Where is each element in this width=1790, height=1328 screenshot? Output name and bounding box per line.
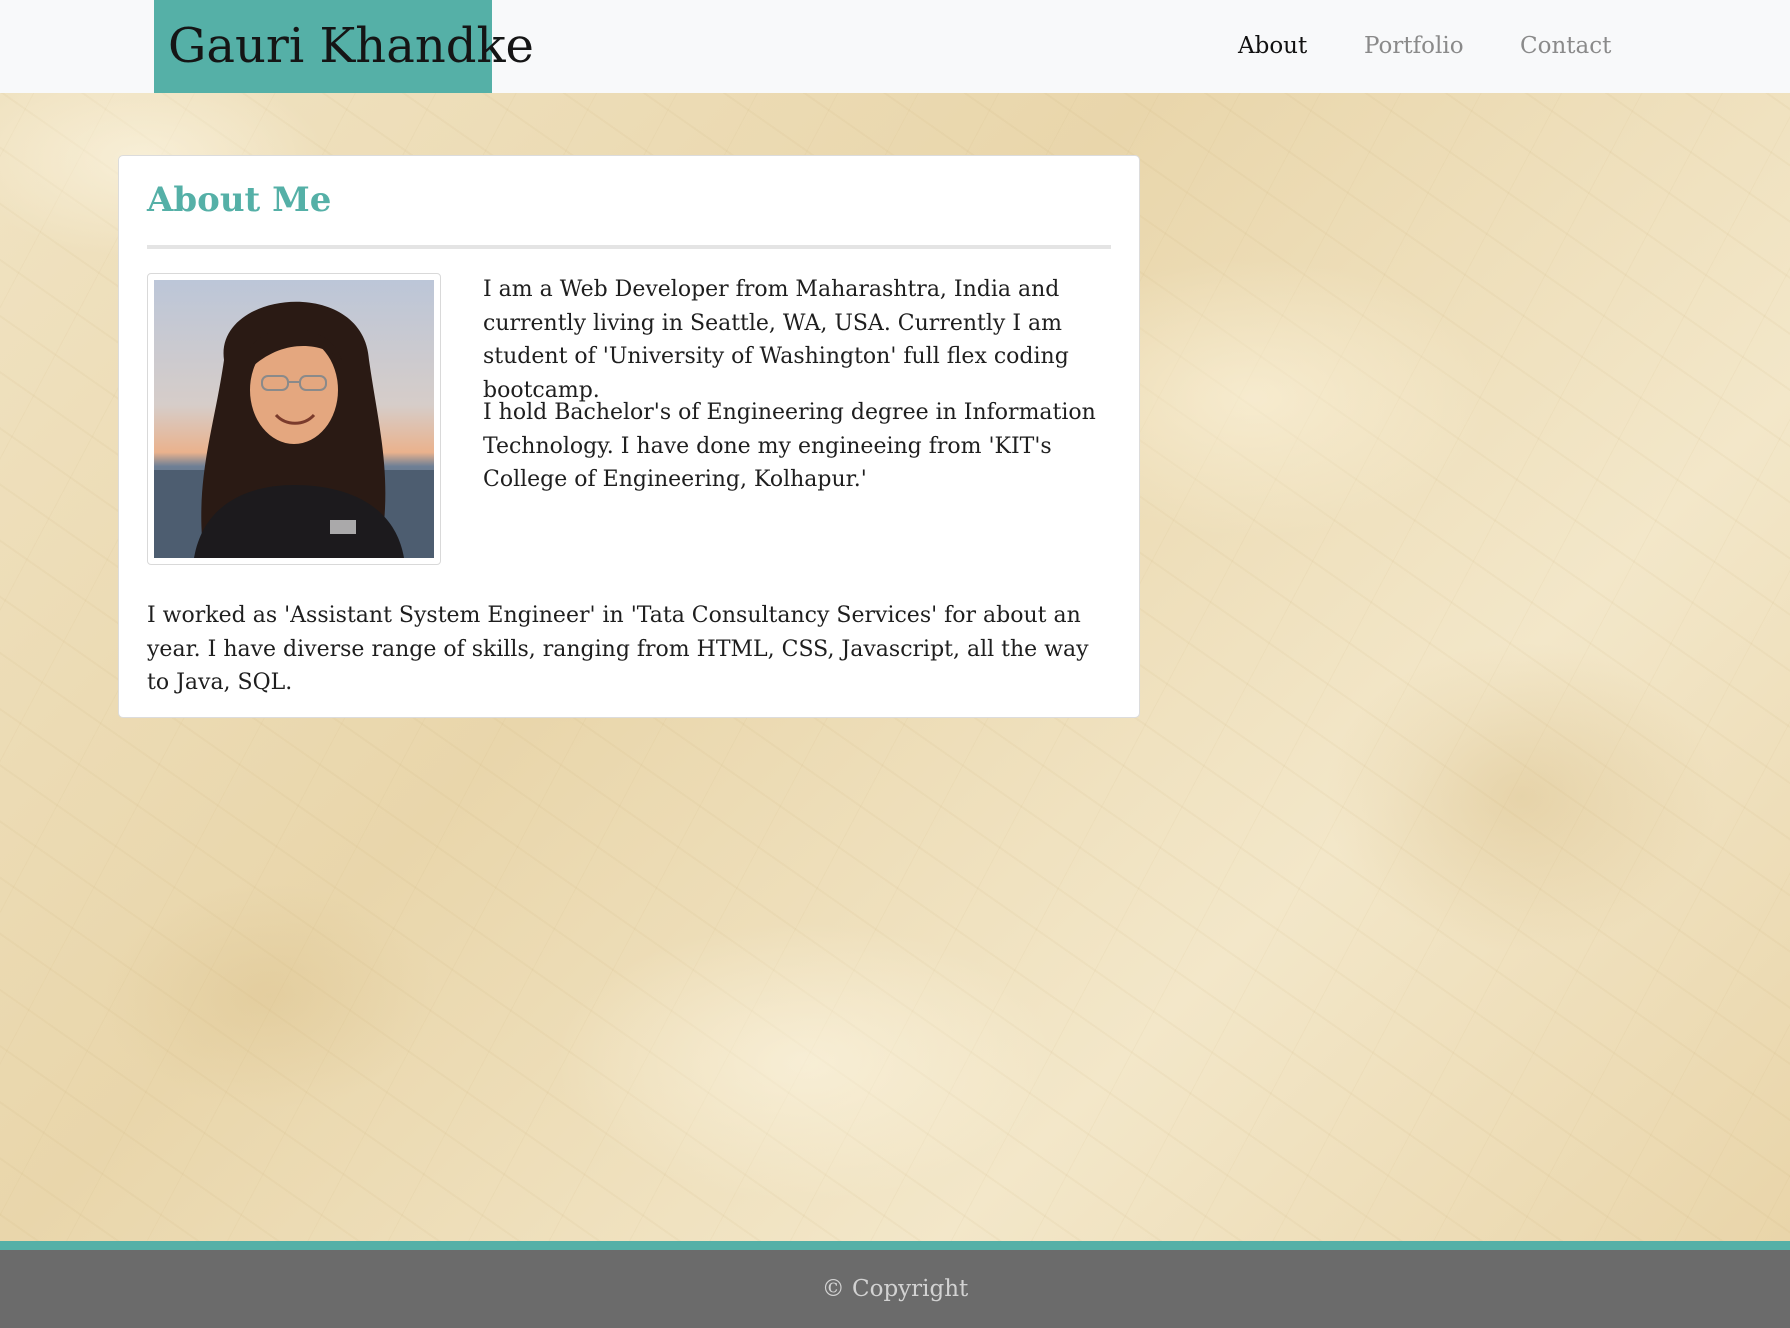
profile-photo-frame	[147, 273, 441, 565]
nav-link-portfolio[interactable]: Portfolio	[1364, 0, 1464, 93]
about-title: About Me	[147, 180, 332, 220]
about-paragraph-education: I hold Bachelor's of Engineering degree …	[483, 400, 1096, 492]
site-brand[interactable]: Gauri Khandke	[154, 0, 534, 93]
footer: © Copyright	[0, 1250, 1790, 1328]
title-divider	[147, 245, 1111, 249]
navbar: Gauri Khandke About Portfolio Contact	[0, 0, 1790, 93]
nav-link-about[interactable]: About	[1238, 0, 1307, 93]
about-paragraph-experience: I worked as 'Assistant System Engineer' …	[147, 603, 1089, 695]
about-card: About Me I am a Web Developer from Mahar…	[118, 155, 1140, 718]
profile-photo	[154, 280, 434, 558]
portrait-illustration	[154, 280, 434, 558]
footer-copyright: © Copyright	[821, 1276, 969, 1302]
nav-link-contact[interactable]: Contact	[1520, 0, 1611, 93]
about-paragraph-intro: I am a Web Developer from Maharashtra, I…	[483, 277, 1069, 403]
footer-accent-bar	[0, 1241, 1790, 1250]
